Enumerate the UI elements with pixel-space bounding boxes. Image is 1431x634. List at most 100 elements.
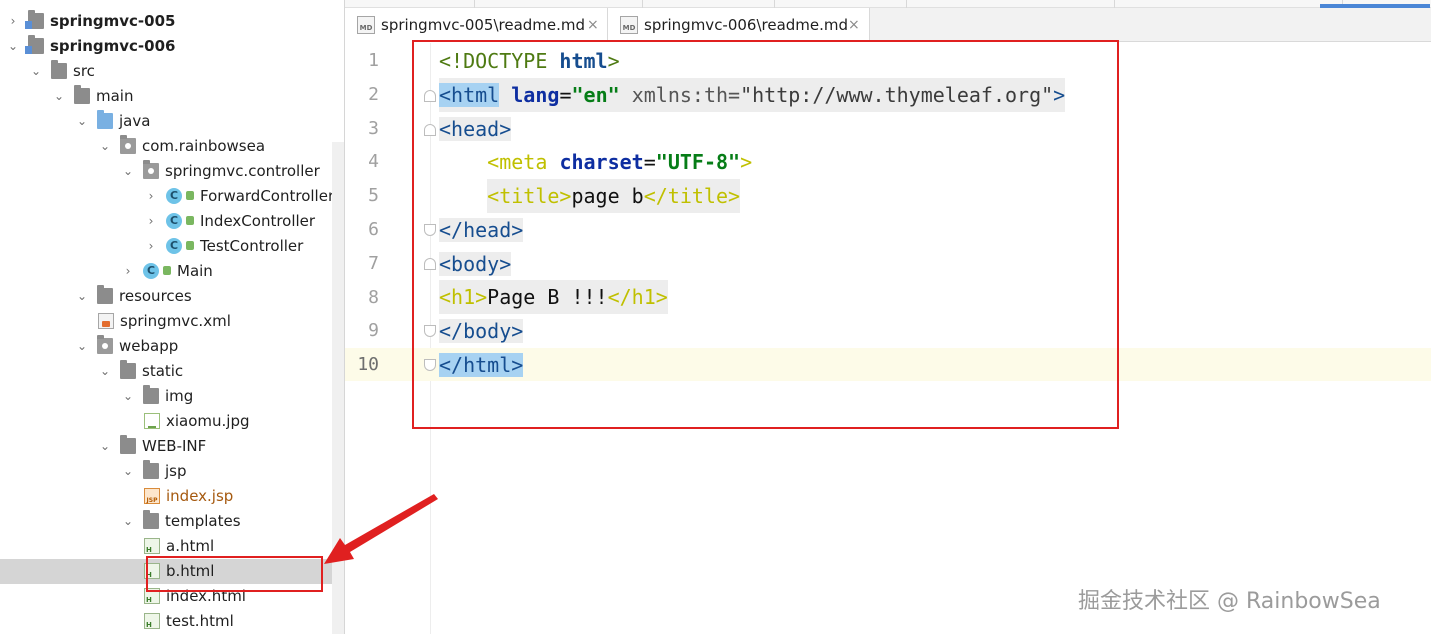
class-icon: C (143, 263, 159, 279)
tree-item-label: Main (177, 262, 213, 280)
tree-item-label: img (165, 387, 194, 405)
tree-item-label: java (119, 112, 151, 130)
line-number: 6 (368, 219, 379, 240)
tree-item-label: springmvc.xml (120, 312, 231, 330)
lock-icon (186, 191, 194, 200)
tab-label: springmvc-006\readme.md (644, 16, 849, 34)
file-highlight-box (146, 556, 323, 592)
tab-label: springmvc-005\readme.md (381, 16, 586, 34)
tree-item-label: springmvc-005 (50, 12, 176, 30)
tree-item-label: IndexController (200, 212, 316, 230)
tree-item-resources[interactable]: ⌄ resources (0, 284, 344, 309)
tree-item-springmvc-controller[interactable]: ⌄ springmvc.controller (0, 159, 344, 184)
chevron-down-icon[interactable]: ⌄ (98, 438, 112, 454)
folder-icon (120, 435, 136, 454)
line-number: 4 (368, 151, 379, 173)
folder-icon (51, 60, 67, 79)
chevron-down-icon[interactable]: ⌄ (6, 38, 20, 54)
markdown-file-icon: MD (357, 16, 375, 34)
line-number: 1 (368, 50, 379, 71)
hidden-tab[interactable] (985, 0, 1115, 8)
web-folder-icon (97, 335, 113, 354)
tree-item-indexcontroller[interactable]: › C IndexController (0, 209, 344, 234)
chevron-down-icon[interactable]: ⌄ (121, 388, 135, 404)
chevron-down-icon[interactable]: ⌄ (98, 138, 112, 154)
folder-icon (120, 360, 136, 379)
tree-item-java[interactable]: ⌄ java (0, 109, 344, 134)
tree-item-img[interactable]: ⌄ img (0, 384, 344, 409)
tree-item-label: webapp (119, 337, 179, 355)
chevron-down-icon[interactable]: ⌄ (121, 463, 135, 479)
tree-item-test-html[interactable]: Htest.html (0, 609, 344, 634)
folder-icon (143, 460, 159, 479)
lock-icon (186, 216, 194, 225)
tree-item-forwardcontroller[interactable]: › C ForwardController (0, 184, 344, 209)
tab-springmvc-005-readme[interactable]: MD springmvc-005\readme.md × (345, 8, 608, 42)
tree-item-index-jsp[interactable]: JSP index.jsp (0, 484, 344, 509)
tree-item-testcontroller[interactable]: › C TestController (0, 234, 344, 259)
chevron-down-icon[interactable]: ⌄ (75, 338, 89, 354)
chevron-right-icon[interactable]: › (144, 213, 158, 229)
chevron-down-icon[interactable]: ⌄ (98, 363, 112, 379)
chevron-down-icon[interactable]: ⌄ (75, 288, 89, 304)
markdown-file-icon: MD (620, 16, 638, 34)
chevron-down-icon[interactable]: ⌄ (75, 113, 89, 129)
xml-file-icon (98, 313, 114, 329)
source-folder-icon (97, 110, 113, 129)
annotation-arrow-icon (324, 494, 438, 564)
tree-item-templates[interactable]: ⌄ templates (0, 509, 344, 534)
tree-item-springmvc-xml[interactable]: springmvc.xml (0, 309, 344, 334)
close-icon[interactable]: × (848, 16, 860, 34)
class-icon: C (166, 188, 182, 204)
chevron-right-icon[interactable]: › (144, 188, 158, 204)
hidden-tab[interactable] (645, 0, 775, 8)
hidden-tab[interactable] (777, 0, 907, 8)
chevron-down-icon[interactable]: ⌄ (29, 63, 43, 79)
tree-item-label: WEB-INF (142, 437, 207, 455)
tree-item-label: a.html (166, 537, 215, 555)
chevron-down-icon[interactable]: ⌄ (52, 88, 66, 104)
tree-item-springmvc-006[interactable]: ⌄ springmvc-006 (0, 34, 344, 59)
class-icon: C (166, 238, 182, 254)
line-number: 8 (368, 286, 379, 308)
hidden-tab[interactable] (345, 0, 475, 8)
tree-item-jsp[interactable]: ⌄ jsp (0, 459, 344, 484)
tree-item-label: TestController (200, 237, 304, 255)
tree-item-label: ForwardController (200, 187, 335, 205)
tree-item-label: main (96, 87, 134, 105)
lock-icon (163, 266, 171, 275)
tree-item-label: test.html (166, 612, 234, 630)
folder-icon (74, 85, 90, 104)
package-icon (120, 135, 136, 154)
tree-item-web-inf[interactable]: ⌄ WEB-INF (0, 434, 344, 459)
editor-tab-bar-upper-row (345, 0, 1431, 8)
tree-item-main[interactable]: ⌄ main (0, 84, 344, 109)
line-number: 2 (368, 83, 379, 105)
chevron-down-icon[interactable]: ⌄ (121, 513, 135, 529)
folder-icon (143, 510, 159, 529)
tree-item-label: static (142, 362, 184, 380)
tree-item-springmvc-005[interactable]: › springmvc-005 (0, 9, 344, 34)
chevron-down-icon[interactable]: ⌄ (121, 163, 135, 179)
tree-item-webapp[interactable]: ⌄ webapp (0, 334, 344, 359)
folder-icon (143, 385, 159, 404)
hidden-tab[interactable] (513, 0, 643, 8)
tree-item-main[interactable]: › C Main (0, 259, 344, 284)
tree-item-static[interactable]: ⌄ static (0, 359, 344, 384)
tree-item-xiaomu-jpg[interactable]: xiaomu.jpg (0, 409, 344, 434)
chevron-right-icon[interactable]: › (144, 238, 158, 254)
line-number: 3 (368, 117, 379, 139)
package-icon (143, 160, 159, 179)
tree-item-src[interactable]: ⌄ src (0, 59, 344, 84)
tree-item-label: jsp (165, 462, 187, 480)
chevron-right-icon[interactable]: › (6, 13, 20, 29)
html-file-icon: H (144, 538, 160, 554)
tree-item-com-rainbowsea[interactable]: ⌄ com.rainbowsea (0, 134, 344, 159)
tree-item-label: xiaomu.jpg (166, 412, 250, 430)
active-tab-indicator (1320, 4, 1430, 8)
project-tree[interactable]: › springmvc-005 ⌄ springmvc-006 ⌄ src ⌄ main ⌄ ja… (0, 0, 344, 634)
tree-item-label: src (73, 62, 95, 80)
tab-springmvc-006-readme[interactable]: MD springmvc-006\readme.md × (608, 8, 870, 42)
chevron-right-icon[interactable]: › (121, 263, 135, 279)
close-icon[interactable]: × (587, 16, 599, 34)
